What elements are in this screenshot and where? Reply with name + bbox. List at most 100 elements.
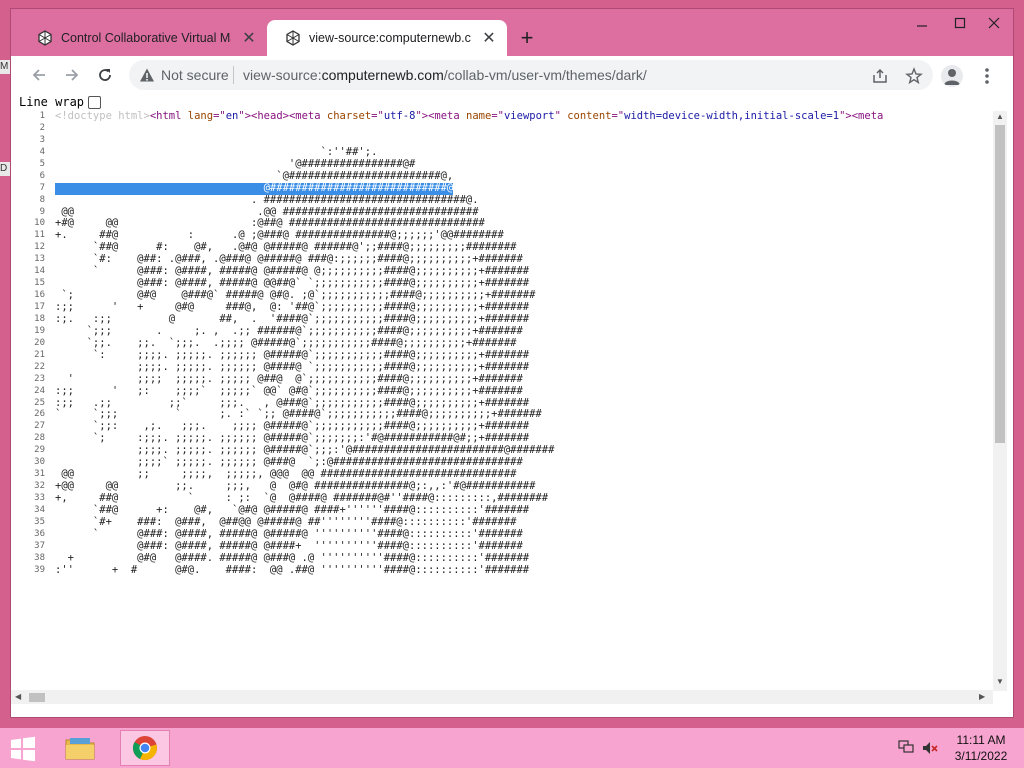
scroll-up-icon[interactable]: ▲ bbox=[996, 112, 1004, 121]
line-number: 7 bbox=[39, 182, 45, 193]
network-icon[interactable] bbox=[898, 740, 914, 754]
desktop-icon-fragment[interactable]: D bbox=[0, 162, 10, 176]
minimize-icon bbox=[917, 25, 927, 27]
source-line: 1 <!doctype html><html lang="en"><head><m… bbox=[11, 111, 991, 123]
line-wrap-checkbox[interactable] bbox=[88, 95, 102, 109]
forward-button[interactable] bbox=[60, 63, 84, 87]
warning-icon[interactable] bbox=[139, 67, 155, 83]
line-number: 39 bbox=[34, 564, 45, 575]
line-code: `: ;;;;. ;;;;;. ;;;;;; @#####@`;;;;;;;;;… bbox=[55, 348, 530, 361]
desktop-icon-fragment[interactable]: M bbox=[0, 60, 10, 74]
line-number: 23 bbox=[34, 373, 45, 384]
scroll-right-icon[interactable]: ▶ bbox=[979, 692, 985, 701]
line-number: 25 bbox=[34, 397, 45, 408]
code-token: en bbox=[225, 111, 239, 122]
line-number: 26 bbox=[34, 409, 45, 420]
source-line: 2 bbox=[11, 123, 991, 135]
chrome-icon bbox=[132, 736, 157, 761]
security-status[interactable]: Not secure bbox=[161, 67, 229, 83]
line-number: 1 bbox=[39, 111, 45, 121]
line-number: 19 bbox=[34, 325, 45, 336]
tab-view-source[interactable]: view-source:computernewb.com ✕ bbox=[267, 20, 507, 56]
code-token: lang bbox=[187, 111, 214, 122]
line-code: @###: @####, #####@ @####+ ''''''''''###… bbox=[55, 539, 523, 552]
address-separator bbox=[233, 66, 234, 84]
line-number: 36 bbox=[34, 528, 45, 539]
scroll-down-icon[interactable]: ▼ bbox=[996, 677, 1004, 686]
line-code: <!doctype html><html lang="en"><head><me… bbox=[55, 111, 883, 123]
line-code: :'' + # @#@. ####: @@ .##@ ''''''''''###… bbox=[55, 563, 530, 576]
line-number: 33 bbox=[34, 493, 45, 503]
line-number: 20 bbox=[34, 337, 45, 348]
vertical-scrollbar[interactable]: ▲ ▼ bbox=[993, 111, 1007, 691]
line-number: 18 bbox=[34, 313, 45, 324]
line-wrap-label: Line wrap bbox=[19, 95, 85, 109]
tab-collab-vm[interactable]: Control Collaborative Virtual Ma ✕ bbox=[19, 20, 267, 56]
tab-close-icon[interactable]: ✕ bbox=[479, 28, 499, 48]
code-token: <head> bbox=[251, 111, 289, 122]
line-number: 31 bbox=[34, 469, 45, 480]
source-line: 38 + @#@ @####. #####@ @###@ .@ ''''''''… bbox=[11, 551, 991, 565]
line-number: 22 bbox=[34, 361, 45, 372]
collabvm-favicon-icon bbox=[38, 30, 52, 46]
new-tab-button[interactable]: + bbox=[515, 25, 539, 50]
browser-window: Control Collaborative Virtual Ma ✕ view-… bbox=[10, 8, 1014, 718]
line-number: 10 bbox=[34, 218, 45, 229]
source-line: 21 `: ;;;;. ;;;;;. ;;;;;; @#####@`;;;;;;… bbox=[11, 348, 991, 362]
line-code: `:''##';. bbox=[55, 145, 378, 158]
tab-close-icon[interactable]: ✕ bbox=[239, 28, 259, 48]
source-line: 7 @############################@ bbox=[11, 182, 991, 195]
line-number: 14 bbox=[34, 266, 45, 277]
line-wrap-toggle[interactable]: Line wrap bbox=[19, 94, 102, 110]
back-button[interactable] bbox=[27, 63, 51, 87]
url-prefix: view-source: bbox=[243, 67, 322, 83]
taskbar-chrome[interactable] bbox=[120, 730, 170, 766]
system-clock[interactable]: 11:11 AM 3/11/2022 bbox=[950, 732, 1012, 764]
code-token: "> bbox=[839, 111, 852, 122]
line-code: :;; ' ;: ;;;;` ;;;;;` @@` @#@`;;;;;;;;;;… bbox=[55, 384, 523, 397]
source-line: 6 `@########################@, bbox=[11, 169, 991, 183]
bookmark-star-icon[interactable] bbox=[905, 67, 923, 85]
line-code: `@########################@, bbox=[55, 169, 454, 182]
line-number: 4 bbox=[39, 146, 45, 157]
scroll-left-icon[interactable]: ◀ bbox=[15, 692, 21, 701]
line-number: 35 bbox=[34, 516, 45, 527]
share-icon[interactable] bbox=[871, 67, 889, 85]
code-token: =" bbox=[491, 111, 504, 122]
page-content: Line wrap 1 <!doctype html><html lang="en… bbox=[11, 94, 1013, 717]
close-window-button[interactable] bbox=[979, 11, 1009, 35]
code-token: name bbox=[466, 111, 492, 122]
url-text[interactable]: view-source:computernewb.com/collab-vm/u… bbox=[243, 67, 647, 83]
reload-icon bbox=[99, 69, 111, 81]
maximize-icon bbox=[954, 17, 966, 29]
volume-muted-icon[interactable] bbox=[922, 740, 938, 756]
reload-button[interactable] bbox=[93, 63, 117, 87]
clock-time: 11:11 AM bbox=[956, 733, 1006, 747]
code-token: <meta bbox=[428, 111, 467, 122]
line-code: + @#@ @####. #####@ @###@ .@ ''''''''''#… bbox=[55, 551, 530, 564]
maximize-button[interactable] bbox=[945, 11, 975, 35]
vertical-scroll-thumb[interactable] bbox=[995, 125, 1005, 443]
profile-avatar[interactable] bbox=[941, 65, 963, 87]
minimize-button[interactable] bbox=[907, 11, 937, 35]
line-number: 32 bbox=[34, 481, 45, 492]
line-code: ' ;;;; ;;;;;. ;;;;; @##@ @`;;;;;;;;;;;##… bbox=[55, 372, 523, 385]
code-token: <meta bbox=[288, 111, 327, 122]
line-number: 15 bbox=[34, 278, 45, 289]
source-line: 5 '@################@# bbox=[11, 158, 991, 171]
line-number: 8 bbox=[39, 194, 45, 205]
code-token: " bbox=[554, 111, 568, 122]
address-bar[interactable]: Not secure view-source:computernewb.com/… bbox=[129, 60, 933, 90]
line-number: 24 bbox=[34, 385, 45, 396]
taskbar-file-explorer[interactable] bbox=[58, 730, 102, 766]
close-icon bbox=[988, 17, 1000, 29]
kebab-menu-icon[interactable] bbox=[979, 65, 995, 87]
source-line: 23 ' ;;;; ;;;;;. ;;;;; @##@ @`;;;;;;;;;;… bbox=[11, 372, 991, 386]
line-number: 2 bbox=[39, 122, 45, 133]
windows-start-icon[interactable] bbox=[8, 736, 38, 762]
arrow-right-icon bbox=[66, 69, 79, 81]
horizontal-scrollbar[interactable]: ◀ ▶ bbox=[11, 690, 993, 704]
source-line: 22 ;;;;. ;;;;;. ;;;;;; @####@ `;;;;;;;;;… bbox=[11, 360, 991, 374]
horizontal-scroll-thumb[interactable] bbox=[29, 693, 45, 702]
line-code: ;;;;. ;;;;;. ;;;;;; @####@ `;;;;;;;;;;;#… bbox=[55, 360, 530, 373]
